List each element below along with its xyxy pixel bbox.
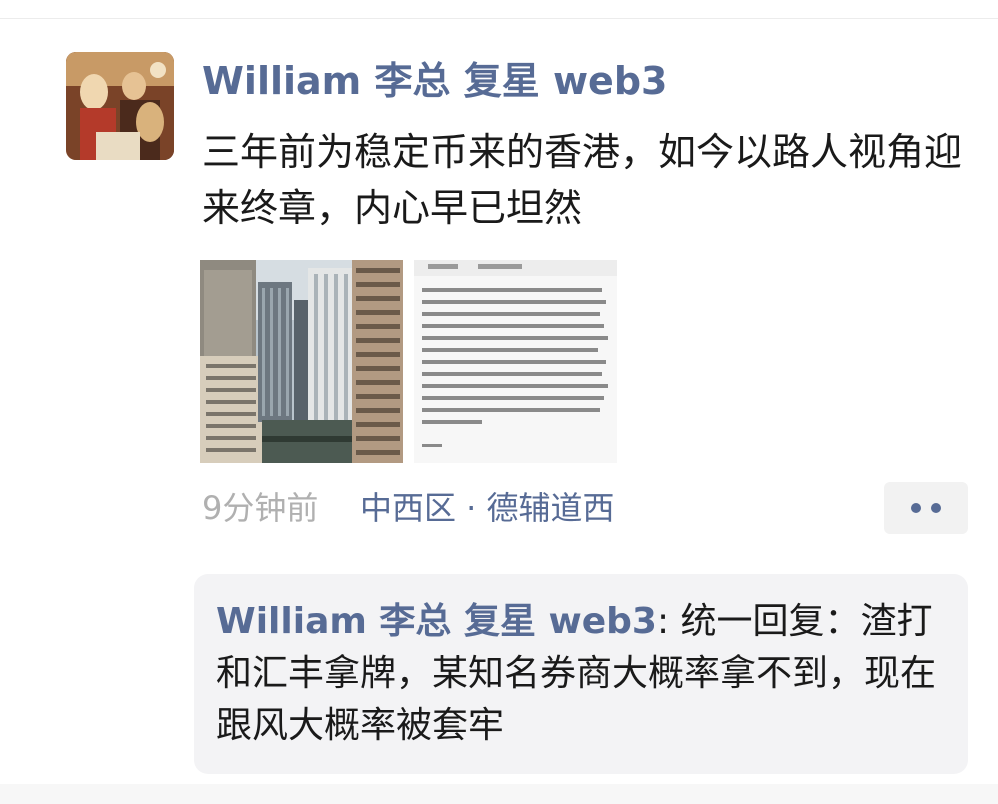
post-author[interactable]: William 李总 复星 web3 xyxy=(202,56,667,106)
moments-post: William 李总 复星 web3 三年前为稳定币来的香港，如今以路人视角迎来… xyxy=(0,0,998,804)
comment-section: William 李总 复星 web3: 统一回复：渣打和汇丰拿牌，某知名券商大概… xyxy=(194,574,968,774)
avatar[interactable] xyxy=(66,52,174,160)
more-options-button[interactable] xyxy=(884,482,968,534)
news-text-image xyxy=(414,260,617,463)
news-screenshot-thumbnail[interactable] xyxy=(414,260,617,463)
post-location[interactable]: 中西区 · 德辅道西 xyxy=(360,486,615,530)
dot-icon xyxy=(931,503,941,513)
top-divider xyxy=(0,18,998,19)
city-buildings-image xyxy=(200,260,403,463)
post-text: 三年前为稳定币来的香港，如今以路人视角迎来终章，内心早已坦然 xyxy=(202,130,963,230)
post-time: 9分钟前 xyxy=(202,489,319,527)
city-buildings-photo[interactable] xyxy=(200,260,403,463)
bottom-divider xyxy=(0,784,998,804)
comment-separator: : xyxy=(656,601,681,642)
avatar-painting-image xyxy=(66,52,174,160)
comment-author[interactable]: William 李总 复星 web3 xyxy=(216,601,657,642)
dot-icon xyxy=(911,503,921,513)
